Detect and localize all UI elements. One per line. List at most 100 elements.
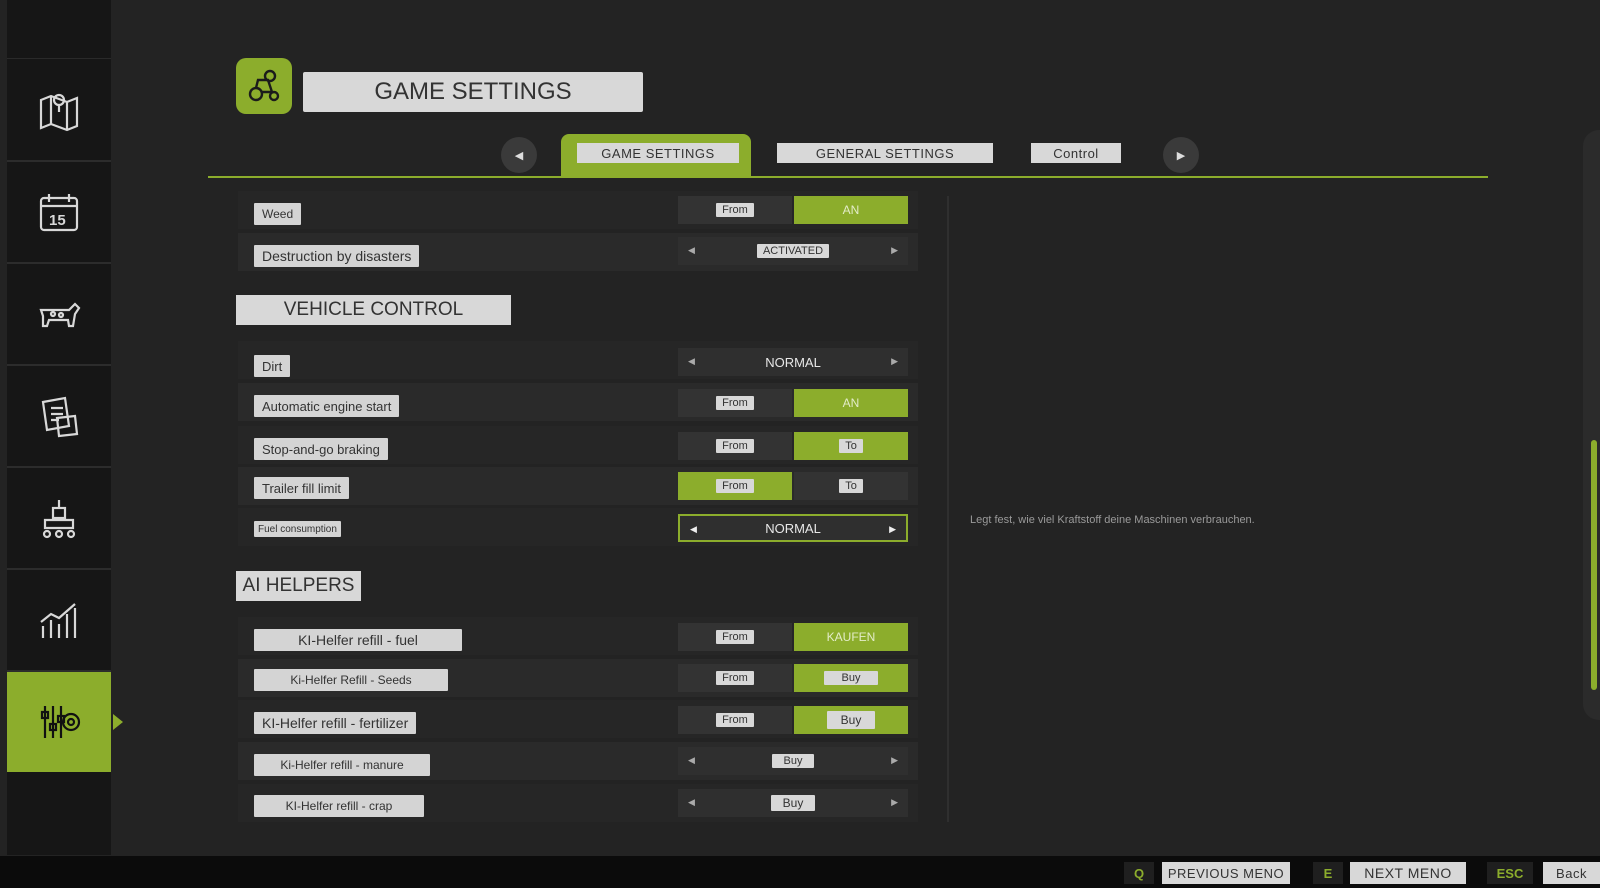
sidebar-item-production[interactable] (7, 468, 111, 570)
arrow-left-icon[interactable]: ◀ (688, 245, 695, 256)
option-off[interactable]: From (678, 623, 792, 651)
arrow-left-icon[interactable]: ◀ (688, 356, 695, 367)
map-icon (39, 93, 79, 132)
arrow-left-icon: ◀ (514, 149, 524, 162)
toggle-trailer[interactable]: From To (678, 472, 908, 500)
arrow-right-icon[interactable]: ▶ (891, 245, 898, 256)
toggle-braking[interactable]: From To (678, 432, 908, 460)
prev-tab-button[interactable]: ◀ (501, 137, 537, 173)
setting-label: KI-Helfer refill - fertilizer (254, 712, 417, 734)
tractor-gear-icon (248, 69, 280, 102)
setting-label: Trailer fill limit (254, 477, 349, 499)
setting-label: Ki-Helfer refill - manure (254, 754, 430, 776)
panel-divider (947, 196, 949, 822)
tab-underline (208, 176, 1488, 178)
option-off[interactable]: From (678, 389, 792, 417)
tab-game-settings[interactable]: GAME SETTINGS (577, 143, 739, 163)
option-on[interactable]: To (794, 472, 908, 500)
arrow-left-icon[interactable]: ◀ (688, 755, 695, 766)
arrow-left-icon[interactable]: ◀ (690, 524, 697, 535)
arrow-right-icon[interactable]: ▶ (891, 755, 898, 766)
toggle-ai-fuel[interactable]: From KAUFEN (678, 623, 908, 651)
tab-general-settings[interactable]: GENERAL SETTINGS (777, 143, 993, 163)
key-hint-q: Q (1124, 862, 1154, 884)
next-menu-button[interactable]: NEXT MENO (1350, 862, 1466, 884)
sidebar-item-map[interactable] (7, 60, 111, 162)
setting-label: KI-Helfer refill - crap (254, 795, 424, 817)
option-on[interactable]: AN (794, 389, 908, 417)
selector-value: Buy (770, 795, 816, 811)
key-hint-esc: ESC (1487, 862, 1533, 884)
option-on[interactable]: To (794, 432, 908, 460)
selector-ai-crap[interactable]: ◀ Buy ▶ (678, 789, 908, 817)
setting-row-ai-manure: Ki-Helfer refill - manure ◀ Buy ▶ (238, 742, 918, 780)
cow-icon (39, 302, 81, 328)
setting-label: Destruction by disasters (254, 245, 420, 267)
setting-row-fuel-consumption: Fuel consumption ◀ NORMAL ▶ (238, 508, 918, 546)
option-on[interactable]: Buy (794, 706, 908, 734)
statistics-icon (40, 603, 77, 638)
page-title: GAME SETTINGS (303, 72, 643, 112)
option-off[interactable]: From (678, 706, 792, 734)
active-indicator (113, 714, 123, 730)
selector-value: ACTIVATED (756, 244, 830, 258)
sidebar-item-settings[interactable] (7, 672, 123, 772)
settings-sliders-icon (40, 706, 81, 738)
setting-row-ai-fuel: KI-Helfer refill - fuel From KAUFEN (238, 617, 918, 655)
setting-row-disasters: Destruction by disasters ◀ ACTIVATED ▶ (238, 233, 918, 271)
scrollbar-thumb[interactable] (1591, 440, 1597, 690)
toggle-ai-fertilizer[interactable]: From Buy (678, 706, 908, 734)
footer-bar: Q PREVIOUS MENO E NEXT MENO ESC Back (0, 856, 1600, 888)
toggle-ai-seeds[interactable]: From Buy (678, 664, 908, 692)
setting-label: Weed (254, 203, 302, 225)
section-ai-helpers: AI HELPERS (236, 571, 361, 601)
back-button[interactable]: Back (1543, 862, 1600, 884)
setting-row-weed: Weed From AN (238, 191, 918, 229)
selector-value: NORMAL (765, 354, 821, 370)
toggle-engine[interactable]: From AN (678, 389, 908, 417)
option-off[interactable]: From (678, 472, 792, 500)
contracts-icon (41, 396, 79, 438)
arrow-left-icon[interactable]: ◀ (688, 797, 695, 808)
selector-fuel-consumption[interactable]: ◀ NORMAL ▶ (678, 514, 908, 542)
toggle-weed[interactable]: From AN (678, 196, 908, 224)
arrow-right-icon[interactable]: ▶ (891, 356, 898, 367)
sidebar-item-contracts[interactable] (7, 366, 111, 468)
selector-dirt[interactable]: ◀ NORMAL ▶ (678, 348, 908, 376)
option-on[interactable]: Buy (794, 664, 908, 692)
setting-row-dirt: Dirt ◀ NORMAL ▶ (238, 341, 918, 379)
selector-value: Buy (771, 754, 815, 768)
selector-ai-manure[interactable]: ◀ Buy ▶ (678, 747, 908, 775)
setting-description: Legt fest, wie viel Kraftstoff deine Mas… (970, 514, 1255, 526)
selector-disasters[interactable]: ◀ ACTIVATED ▶ (678, 237, 908, 265)
key-hint-e: E (1313, 862, 1343, 884)
option-off[interactable]: From (678, 664, 792, 692)
setting-row-ai-fertilizer: KI-Helfer refill - fertilizer From Buy (238, 700, 918, 738)
setting-label: Automatic engine start (254, 395, 400, 417)
selector-value: NORMAL (765, 520, 821, 536)
production-icon (42, 500, 76, 539)
sidebar: 15 (7, 0, 123, 855)
sidebar-item-calendar[interactable]: 15 (7, 162, 111, 264)
setting-label: Ki-Helfer Refill - Seeds (254, 669, 448, 691)
setting-row-engine: Automatic engine start From AN (238, 383, 918, 421)
calendar-icon: 15 (39, 194, 79, 232)
sidebar-top (7, 0, 111, 59)
option-on[interactable]: KAUFEN (794, 623, 908, 651)
sidebar-item-statistics[interactable] (7, 570, 111, 672)
option-on[interactable]: AN (794, 196, 908, 224)
sidebar-item-animals[interactable] (7, 264, 111, 366)
arrow-right-icon[interactable]: ▶ (891, 797, 898, 808)
arrow-right-icon: ▶ (1176, 149, 1186, 162)
svg-text:15: 15 (49, 212, 66, 229)
setting-label: Stop-and-go braking (254, 438, 388, 460)
setting-label: KI-Helfer refill - fuel (254, 629, 462, 651)
arrow-right-icon[interactable]: ▶ (889, 524, 896, 535)
option-off[interactable]: From (678, 196, 792, 224)
tab-control[interactable]: Control (1031, 143, 1121, 163)
next-tab-button[interactable]: ▶ (1163, 137, 1199, 173)
setting-row-braking: Stop-and-go braking From To (238, 426, 918, 464)
option-off[interactable]: From (678, 432, 792, 460)
setting-row-trailer: Trailer fill limit From To (238, 467, 918, 505)
previous-menu-button[interactable]: PREVIOUS MENO (1162, 862, 1290, 884)
